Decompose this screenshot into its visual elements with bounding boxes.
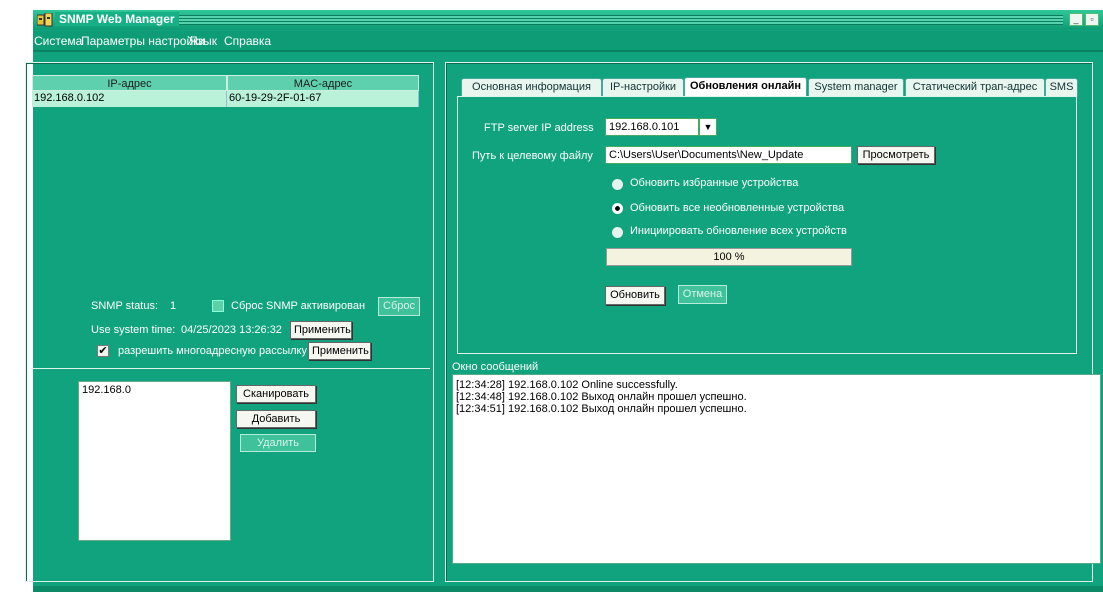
multicast-label: разрешить многоадресную рассылку — [118, 345, 307, 357]
ip-column-header[interactable]: IP-адрес — [32, 75, 227, 91]
device-row-ip[interactable]: 192.168.0.102 — [32, 91, 227, 107]
title-bar[interactable] — [33, 10, 1103, 30]
status-bar — [33, 586, 1103, 592]
menu-divider — [33, 50, 1103, 52]
ftp-label: FTP server IP address — [484, 122, 594, 134]
ftp-ip-select[interactable]: 192.168.0.101 — [605, 118, 699, 136]
tab-system-manager[interactable]: System manager — [808, 78, 904, 96]
log-line: [12:34:48] 192.168.0.102 Выход онлайн пр… — [456, 391, 747, 403]
menu-settings[interactable]: Параметры настройки — [81, 34, 205, 48]
radio-all-unupdated[interactable] — [612, 203, 623, 214]
tab-basic-info[interactable]: Основная информация — [461, 78, 602, 96]
snmp-reset-checkbox[interactable] — [212, 300, 224, 312]
apply-time-button[interactable]: Применить — [290, 321, 352, 339]
log-line: [12:34:51] 192.168.0.102 Выход онлайн пр… — [456, 403, 747, 415]
menu-help[interactable]: Справка — [224, 34, 271, 48]
add-button[interactable]: Добавить — [236, 410, 316, 428]
radio-all-devices-label: Инициировать обновление всех устройств — [630, 225, 847, 237]
device-row-mac[interactable]: 60-19-29-2F-01-67 — [227, 91, 419, 107]
tab-sms[interactable]: SMS — [1045, 78, 1078, 96]
tab-ip-settings[interactable]: IP-настройки — [602, 78, 684, 96]
chevron-down-icon[interactable]: ▼ — [699, 118, 717, 136]
update-progress-bar: 100 % — [606, 248, 852, 266]
snmp-reset-label: Сброс SNMP активирован — [231, 300, 366, 312]
ftp-ip-value: 192.168.0.101 — [609, 121, 680, 133]
mac-column-header[interactable]: MAC-адрес — [227, 75, 419, 91]
tab-online-update[interactable]: Обновления онлайн — [684, 77, 807, 97]
path-label: Путь к целевому файлу — [472, 150, 593, 162]
minimize-button[interactable]: _ — [1069, 13, 1083, 26]
scan-button[interactable]: Сканировать — [236, 385, 316, 403]
maximize-button[interactable]: ▫ — [1085, 13, 1099, 26]
cancel-button[interactable]: Отмена — [678, 285, 727, 304]
radio-all-devices[interactable] — [612, 227, 623, 238]
radio-all-unupdated-label: Обновить все необновленные устройства — [630, 202, 845, 214]
multicast-checkbox[interactable]: ✔ — [97, 345, 109, 357]
messages-label: Окно сообщений — [452, 361, 539, 373]
system-time-value: 04/25/2023 13:26:32 — [181, 324, 282, 336]
window-title: SNMP Web Manager — [55, 12, 179, 26]
left-divider — [30, 368, 430, 369]
radio-selected-devices[interactable] — [612, 179, 623, 190]
log-line: [12:34:28] 192.168.0.102 Online successf… — [456, 379, 678, 391]
radio-selected-devices-label: Обновить избранные устройства — [630, 177, 799, 189]
path-input[interactable]: C:\Users\User\Documents\New_Update — [605, 146, 852, 164]
app-icon — [36, 12, 53, 27]
menu-language[interactable]: Язык — [189, 34, 217, 48]
apply-multicast-button[interactable]: Применить — [308, 342, 371, 360]
snmp-status-value: 1 — [170, 300, 177, 312]
scan-subnet-list[interactable]: 192.168.0 — [78, 381, 231, 541]
message-log[interactable]: [12:34:28] 192.168.0.102 Online successf… — [452, 374, 1101, 564]
delete-button[interactable]: Удалить — [240, 434, 316, 452]
browse-button[interactable]: Просмотреть — [857, 146, 935, 164]
tab-static-trap[interactable]: Статический трап-адрес — [905, 78, 1045, 96]
system-time-label: Use system time: — [91, 324, 176, 336]
scan-subnet-value: 192.168.0 — [82, 384, 131, 396]
menu-system[interactable]: Система — [34, 34, 82, 48]
snmp-status-label: SNMP status: — [91, 300, 159, 312]
update-button[interactable]: Обновить — [605, 286, 665, 305]
snmp-reset-button[interactable]: Сброс — [378, 297, 420, 316]
